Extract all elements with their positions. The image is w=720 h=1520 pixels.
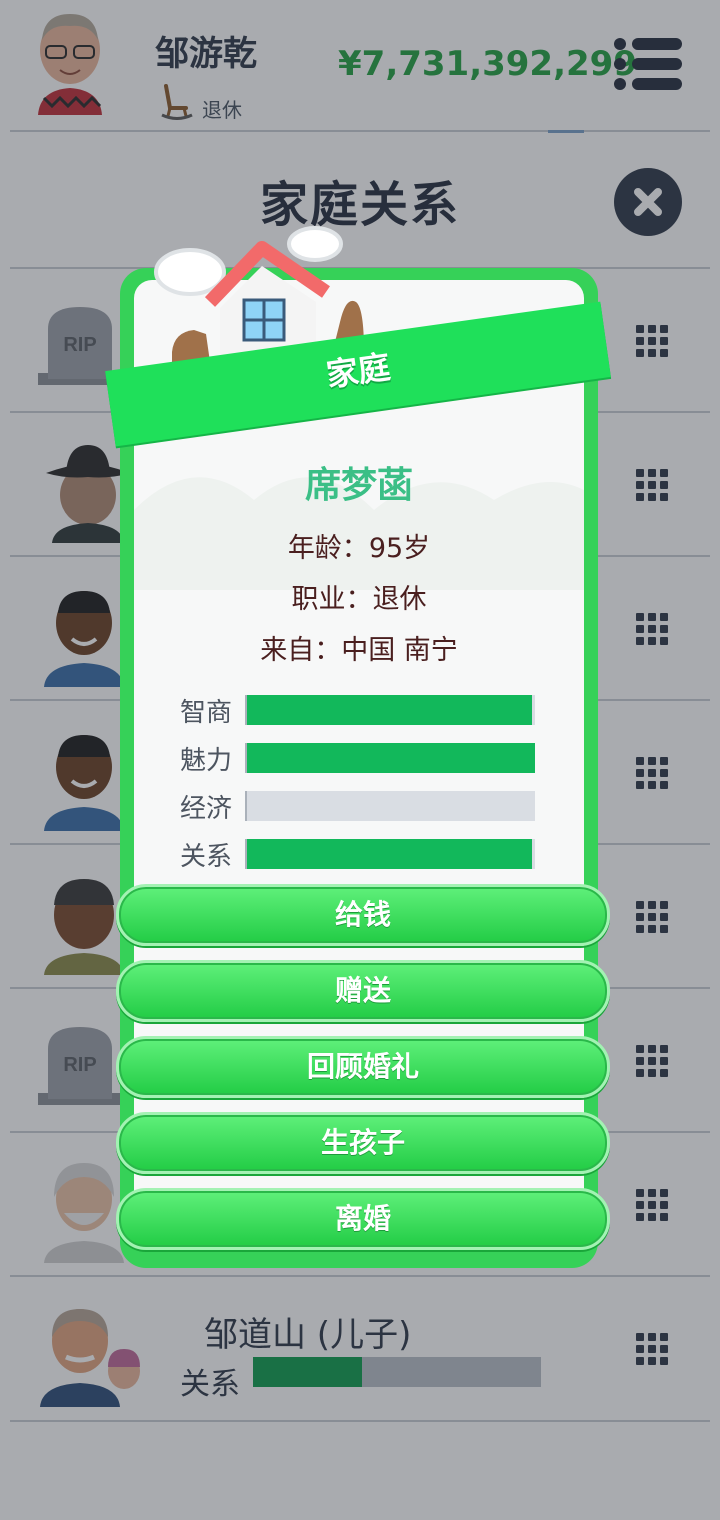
stat-label: 经济 [180, 794, 233, 824]
stat-bar-fill [247, 695, 533, 725]
stat-economy: 经济 [134, 786, 584, 826]
stat-relationship: 关系 [134, 834, 584, 874]
give-money-label: 给钱 [334, 898, 391, 931]
review-wedding-label: 回顾婚礼 [306, 1050, 419, 1083]
divorce-button[interactable]: 离婚 [116, 1188, 610, 1250]
review-wedding-button[interactable]: 回顾婚礼 [116, 1036, 610, 1098]
have-child-label: 生孩子 [320, 1126, 405, 1159]
divorce-label: 离婚 [334, 1202, 391, 1235]
origin-value: 中国 南宁 [341, 635, 458, 666]
job-line: 职业：退休 [134, 577, 584, 616]
have-child-button[interactable]: 生孩子 [116, 1112, 610, 1174]
age-label: 年龄： [287, 533, 369, 564]
stat-intelligence: 智商 [134, 690, 584, 730]
stat-charm: 魅力 [134, 738, 584, 778]
stat-bar [245, 743, 535, 773]
job-value: 退休 [372, 584, 427, 615]
stat-bar [245, 839, 535, 869]
stat-label: 魅力 [180, 746, 233, 776]
origin-line: 来自：中国 南宁 [134, 628, 584, 667]
stat-bar-fill [247, 839, 533, 869]
stat-label: 关系 [180, 842, 233, 872]
origin-label: 来自： [260, 635, 342, 666]
give-gift-label: 赠送 [334, 974, 391, 1007]
give-gift-button[interactable]: 赠送 [116, 960, 610, 1022]
age-value: 95岁 [368, 533, 431, 564]
age-line: 年龄：95岁 [134, 526, 584, 565]
stat-label: 智商 [180, 698, 233, 728]
job-label: 职业： [291, 584, 373, 615]
stat-bar-fill [247, 743, 535, 773]
spouse-name: 席梦菡 [304, 465, 413, 506]
give-money-button[interactable]: 给钱 [116, 884, 610, 946]
stat-bar [245, 695, 535, 725]
stat-bar [245, 791, 535, 821]
